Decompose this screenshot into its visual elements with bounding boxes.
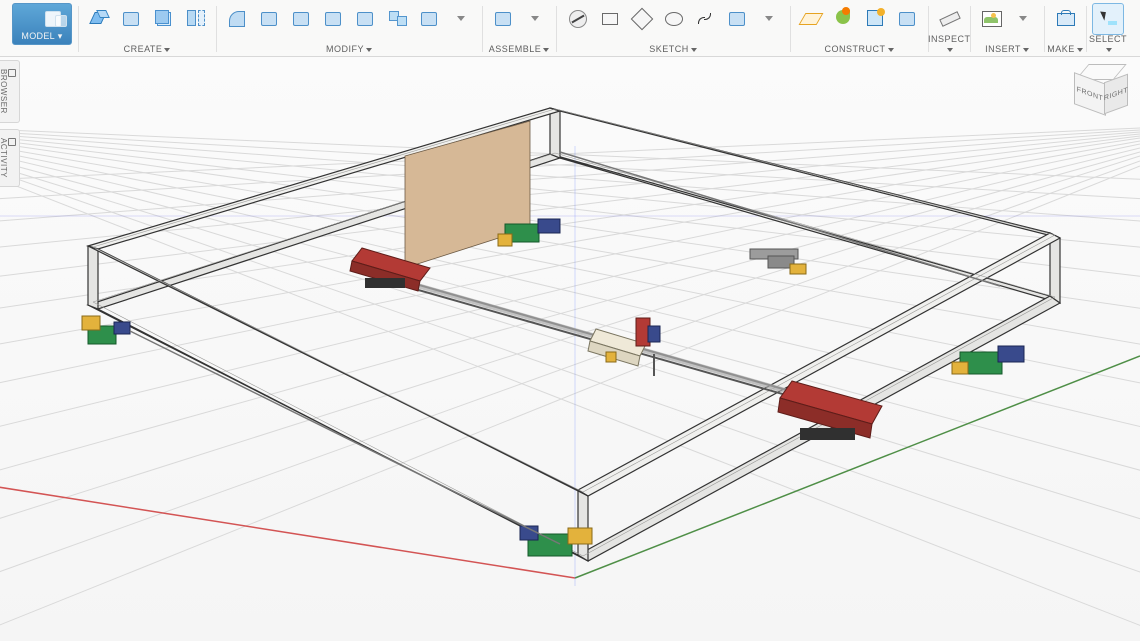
modify-shell-button[interactable]	[286, 3, 316, 33]
shell-icon	[290, 7, 312, 29]
modify-split-button[interactable]	[414, 3, 444, 33]
model-workspace-button[interactable]: MODEL ▾	[12, 3, 72, 45]
sketch-trim-button[interactable]	[722, 3, 752, 33]
combine-icon	[386, 7, 408, 29]
create-extrude-button[interactable]	[148, 3, 178, 33]
group-inspect: INSPECT	[928, 0, 970, 56]
assemble-joint-button[interactable]	[488, 3, 518, 33]
model-viewport[interactable]	[0, 56, 1140, 641]
rectangle-icon	[598, 7, 620, 29]
viewport-svg	[0, 56, 1140, 641]
group-assemble-label: ASSEMBLE	[482, 44, 556, 54]
draft-icon	[322, 7, 344, 29]
modify-scale-button[interactable]	[350, 3, 380, 33]
browser-panel-label: BROWSER	[0, 69, 8, 114]
group-create-label: CREATE	[78, 44, 216, 54]
group-make: MAKE	[1044, 0, 1086, 56]
browser-panel-tab[interactable]: BROWSER	[0, 60, 20, 123]
group-insert-label: INSERT	[970, 44, 1044, 54]
model-icon	[31, 7, 53, 29]
group-modify-label: MODIFY	[216, 44, 482, 54]
sketch-rect-button[interactable]	[594, 3, 624, 33]
ellipse-icon	[662, 7, 684, 29]
trim-icon	[726, 7, 748, 29]
group-create: CREATE	[78, 0, 216, 56]
box-icon	[88, 7, 110, 29]
select-cursor-icon	[1097, 8, 1119, 30]
inspect-measure-button[interactable]	[934, 3, 964, 33]
side-panel-tabs: BROWSER ACTIVITY	[0, 60, 20, 187]
modify-dropdown[interactable]	[446, 3, 476, 33]
insert-comp-icon	[864, 7, 886, 29]
plane-icon	[800, 7, 822, 29]
group-inspect-label: INSPECT	[928, 34, 970, 54]
construct-plane-button[interactable]	[796, 3, 826, 33]
group-sketch-label: SKETCH	[556, 44, 790, 54]
sketch-spline-button[interactable]	[690, 3, 720, 33]
ruler-icon	[938, 7, 960, 29]
split-icon	[418, 7, 440, 29]
modify-chamfer-button[interactable]	[254, 3, 284, 33]
sketch-line-button[interactable]	[562, 3, 592, 33]
view-cube[interactable]: FRONT RIGHT	[1070, 62, 1130, 116]
line-icon	[566, 7, 588, 29]
insert-dropdown[interactable]	[1008, 3, 1038, 33]
group-select-label: SELECT	[1086, 34, 1130, 54]
activity-panel-label: ACTIVITY	[0, 138, 8, 178]
sketch-poly-button[interactable]	[626, 3, 656, 33]
group-make-label: MAKE	[1044, 44, 1086, 54]
construct-insert-button[interactable]	[860, 3, 890, 33]
print-icon	[1054, 7, 1076, 29]
group-assemble: ASSEMBLE	[482, 0, 556, 56]
chevron-down-icon	[531, 16, 539, 21]
create-box-button[interactable]	[84, 3, 114, 33]
extrude-icon	[152, 7, 174, 29]
make-print-button[interactable]	[1050, 3, 1080, 33]
modify-fillet-button[interactable]	[222, 3, 252, 33]
construct-axis-button[interactable]	[892, 3, 922, 33]
chevron-down-icon	[457, 16, 465, 21]
viewcube-right-label: RIGHT	[1104, 86, 1128, 102]
create-cylinder-button[interactable]	[116, 3, 146, 33]
group-insert: INSERT	[970, 0, 1044, 56]
group-select: SELECT	[1086, 0, 1130, 56]
sketch-dropdown[interactable]	[754, 3, 784, 33]
group-workspace: MODEL ▾	[6, 0, 78, 56]
axis-icon	[896, 7, 918, 29]
pin-icon	[8, 69, 16, 77]
viewcube-front-label: FRONT	[1077, 86, 1104, 103]
decal-icon	[980, 7, 1002, 29]
modify-draft-button[interactable]	[318, 3, 348, 33]
group-sketch: SKETCH	[556, 0, 790, 56]
model-workspace-label: MODEL	[21, 31, 55, 41]
chamfer-icon	[258, 7, 280, 29]
joint-icon	[492, 7, 514, 29]
select-button[interactable]	[1092, 3, 1124, 35]
modify-combine-button[interactable]	[382, 3, 412, 33]
chevron-down-icon	[1019, 16, 1027, 21]
spline-icon	[694, 7, 716, 29]
revolve-icon	[184, 7, 206, 29]
activity-panel-tab[interactable]: ACTIVITY	[0, 129, 20, 187]
chevron-down-icon	[765, 16, 773, 21]
group-modify: MODIFY	[216, 0, 482, 56]
polygon-icon	[630, 7, 652, 29]
create-revolve-button[interactable]	[180, 3, 210, 33]
group-construct-label: CONSTRUCT	[790, 44, 928, 54]
group-construct: CONSTRUCT	[790, 0, 928, 56]
scale-icon	[354, 7, 376, 29]
pin-icon	[8, 138, 16, 146]
cylinder-icon	[120, 7, 142, 29]
appearance-icon	[832, 7, 854, 29]
sketch-ellipse-button[interactable]	[658, 3, 688, 33]
fillet-icon	[226, 7, 248, 29]
viewcube-right-face[interactable]: RIGHT	[1104, 74, 1128, 115]
insert-decal-button[interactable]	[976, 3, 1006, 33]
assemble-dropdown[interactable]	[520, 3, 550, 33]
application-root: MODEL ▾ CREATE	[0, 0, 1140, 641]
main-toolbar: MODEL ▾ CREATE	[0, 0, 1140, 57]
construct-appearance-button[interactable]	[828, 3, 858, 33]
